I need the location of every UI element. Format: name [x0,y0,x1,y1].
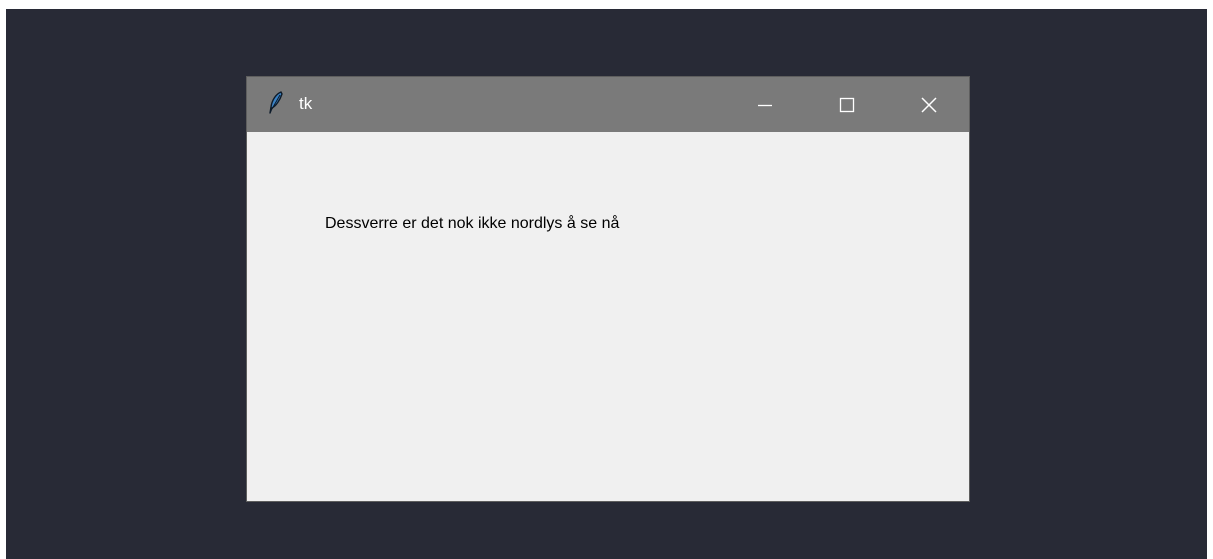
maximize-icon [839,97,855,113]
message-label: Dessverre er det nok ikke nordlys å se n… [325,215,620,232]
close-button[interactable] [906,77,952,132]
minimize-button[interactable] [742,77,788,132]
close-icon [921,96,937,113]
tk-window: tk Dessverre er det nok ikke nordlys å s… [246,76,970,502]
window-titlebar[interactable]: tk [247,77,969,132]
maximize-button[interactable] [824,77,870,132]
desktop-background: tk Dessverre er det nok ikke nordlys å s… [6,9,1207,559]
minimize-icon [757,97,773,113]
window-title: tk [299,94,313,113]
feather-icon [267,91,285,115]
window-content: Dessverre er det nok ikke nordlys å se n… [247,132,969,501]
